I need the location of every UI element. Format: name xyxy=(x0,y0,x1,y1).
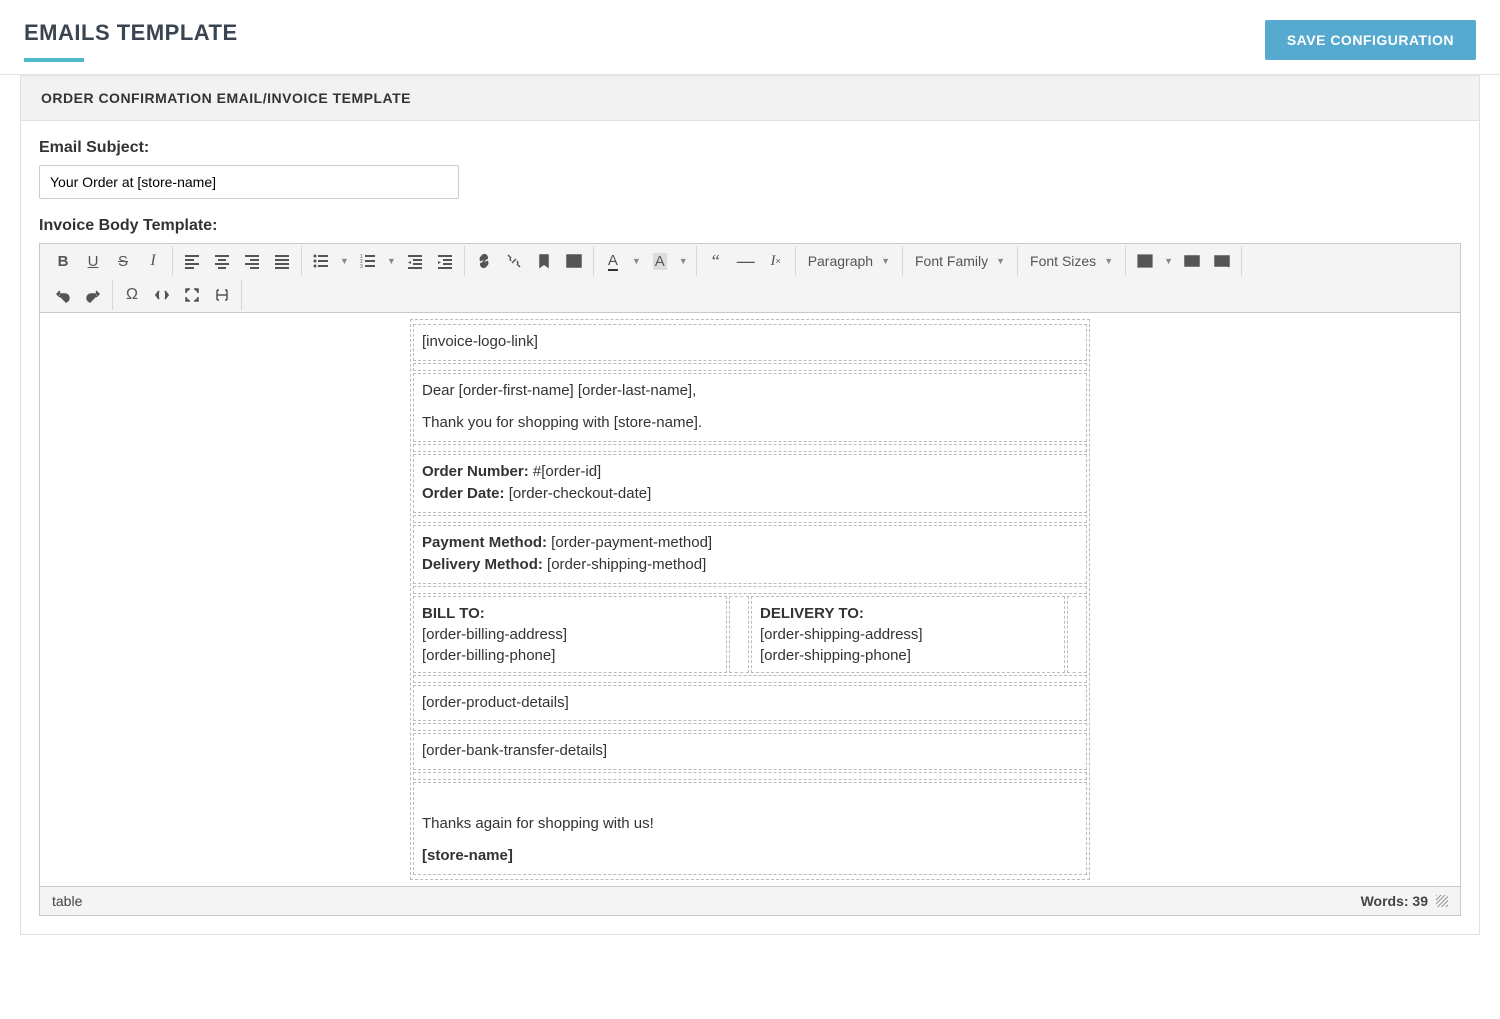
template-thanks1: Thank you for shopping with [store-name]… xyxy=(422,412,1078,435)
align-justify-button[interactable] xyxy=(267,246,297,276)
strikethrough-button[interactable]: S xyxy=(108,246,138,276)
special-char-button[interactable]: Ω xyxy=(117,280,147,310)
media-button[interactable] xyxy=(1177,246,1207,276)
template-address-row[interactable]: BILL TO: [order-billing-address] [order-… xyxy=(413,596,1087,673)
page-title: EMAILS TEMPLATE xyxy=(24,20,238,60)
template-gap[interactable] xyxy=(413,363,1087,371)
font-family-label: Font Family xyxy=(915,253,988,269)
font-sizes-dropdown[interactable]: Font Sizes▼ xyxy=(1022,246,1121,276)
page-header: EMAILS TEMPLATE SAVE CONFIGURATION xyxy=(0,0,1500,75)
payment-label: Payment Method: xyxy=(422,534,547,551)
ship-to-heading: DELIVERY TO: xyxy=(760,605,864,622)
underline-button[interactable]: U xyxy=(78,246,108,276)
bullet-list-dropdown[interactable]: ▼ xyxy=(336,246,353,276)
order-number-value: #[order-id] xyxy=(529,463,602,480)
template-products-row[interactable]: [order-product-details] xyxy=(413,685,1087,722)
source-code-button[interactable] xyxy=(147,280,177,310)
bg-color-dropdown[interactable]: ▼ xyxy=(675,246,692,276)
align-center-button[interactable] xyxy=(207,246,237,276)
numbered-list-dropdown[interactable]: ▼ xyxy=(383,246,400,276)
bookmark-button[interactable] xyxy=(529,246,559,276)
text-color-dropdown[interactable]: ▼ xyxy=(628,246,645,276)
word-count: Words: 39 xyxy=(1361,893,1428,909)
svg-text:3: 3 xyxy=(360,264,363,269)
bill-address: [order-billing-address] xyxy=(422,626,567,643)
email-subject-input[interactable] xyxy=(39,165,459,199)
text-color-button[interactable]: A xyxy=(598,246,628,276)
bullet-list-button[interactable] xyxy=(306,246,336,276)
rich-text-editor: B U S I ▼ xyxy=(39,243,1461,916)
address-spacer[interactable] xyxy=(729,596,749,673)
unlink-button[interactable] xyxy=(499,246,529,276)
numbered-list-button[interactable]: 123 xyxy=(353,246,383,276)
template-thanks2: Thanks again for shopping with us! xyxy=(422,813,1078,836)
template-gap[interactable] xyxy=(413,586,1087,594)
invoice-body-label: Invoice Body Template: xyxy=(39,217,1461,235)
preview-button[interactable] xyxy=(1207,246,1237,276)
align-right-button[interactable] xyxy=(237,246,267,276)
template-gap[interactable] xyxy=(413,515,1087,523)
delivery-label: Delivery Method: xyxy=(422,556,543,573)
blockquote-button[interactable]: “ xyxy=(701,246,731,276)
horizontal-rule-button[interactable]: — xyxy=(731,246,761,276)
link-button[interactable] xyxy=(469,246,499,276)
bill-phone: [order-billing-phone] xyxy=(422,647,555,664)
outdent-button[interactable] xyxy=(400,246,430,276)
undo-button[interactable] xyxy=(48,280,78,310)
bold-button[interactable]: B xyxy=(48,246,78,276)
payment-value: [order-payment-method] xyxy=(547,534,712,551)
template-greeting: Dear [order-first-name] [order-last-name… xyxy=(422,380,1078,403)
editor-statusbar: table Words: 39 xyxy=(40,886,1460,915)
indent-button[interactable] xyxy=(430,246,460,276)
font-family-dropdown[interactable]: Font Family▼ xyxy=(907,246,1013,276)
editor-toolbar: B U S I ▼ xyxy=(40,244,1460,313)
bg-color-button[interactable]: A xyxy=(645,246,675,276)
template-bank-row[interactable]: [order-bank-transfer-details] xyxy=(413,733,1087,770)
delivery-value: [order-shipping-method] xyxy=(543,556,706,573)
resize-grip[interactable] xyxy=(1436,895,1448,907)
template-footer-row[interactable]: Thanks again for shopping with us! [stor… xyxy=(413,782,1087,875)
order-date-value: [order-checkout-date] xyxy=(505,485,652,502)
clear-format-button[interactable]: I× xyxy=(761,246,791,276)
image-button[interactable] xyxy=(559,246,589,276)
redo-button[interactable] xyxy=(78,280,108,310)
editor-content[interactable]: [invoice-logo-link] Dear [order-first-na… xyxy=(40,313,1460,886)
template-gap[interactable] xyxy=(413,772,1087,780)
show-blocks-button[interactable] xyxy=(207,280,237,310)
paragraph-label: Paragraph xyxy=(808,253,873,269)
font-sizes-label: Font Sizes xyxy=(1030,253,1096,269)
table-dropdown[interactable]: ▼ xyxy=(1160,246,1177,276)
italic-button[interactable]: I xyxy=(138,246,168,276)
template-store: [store-name] xyxy=(422,847,513,864)
bill-to-col[interactable]: BILL TO: [order-billing-address] [order-… xyxy=(413,596,727,673)
address-spacer[interactable] xyxy=(1067,596,1087,673)
panel-heading: ORDER CONFIRMATION EMAIL/INVOICE TEMPLAT… xyxy=(21,76,1479,121)
template-gap[interactable] xyxy=(413,444,1087,452)
template-panel: ORDER CONFIRMATION EMAIL/INVOICE TEMPLAT… xyxy=(20,75,1480,935)
save-configuration-button[interactable]: SAVE CONFIGURATION xyxy=(1265,20,1476,60)
template-logo-row[interactable]: [invoice-logo-link] xyxy=(413,324,1087,361)
email-subject-label: Email Subject: xyxy=(39,139,1461,157)
template-order-row[interactable]: Order Number: #[order-id] Order Date: [o… xyxy=(413,454,1087,513)
template-greeting-row[interactable]: Dear [order-first-name] [order-last-name… xyxy=(413,373,1087,442)
template-gap[interactable] xyxy=(413,723,1087,731)
order-number-label: Order Number: xyxy=(422,463,529,480)
order-date-label: Order Date: xyxy=(422,485,505,502)
template-gap[interactable] xyxy=(413,675,1087,683)
template-method-row[interactable]: Payment Method: [order-payment-method] D… xyxy=(413,525,1087,584)
bill-to-heading: BILL TO: xyxy=(422,605,485,622)
fullscreen-button[interactable] xyxy=(177,280,207,310)
align-left-button[interactable] xyxy=(177,246,207,276)
paragraph-dropdown[interactable]: Paragraph▼ xyxy=(800,246,898,276)
table-button[interactable] xyxy=(1130,246,1160,276)
ship-address: [order-shipping-address] xyxy=(760,626,923,643)
ship-phone: [order-shipping-phone] xyxy=(760,647,911,664)
element-path[interactable]: table xyxy=(52,893,82,909)
ship-to-col[interactable]: DELIVERY TO: [order-shipping-address] [o… xyxy=(751,596,1065,673)
